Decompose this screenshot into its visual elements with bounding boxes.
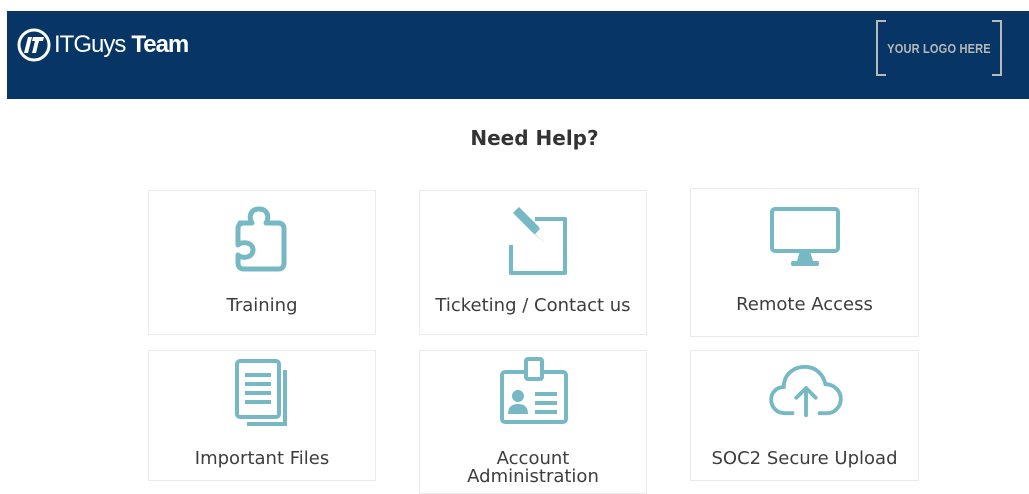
puzzle-piece-icon <box>235 206 287 272</box>
cloud-upload-icon <box>769 364 843 418</box>
tile-remote-access-label: Remote Access <box>736 294 873 315</box>
documents-icon <box>235 359 287 426</box>
tile-important-files[interactable]: Important Files <box>148 350 376 481</box>
tile-account-administration[interactable]: Account Administration <box>419 350 647 494</box>
id-badge-icon <box>500 357 568 424</box>
it-circle-logo-icon <box>17 28 51 62</box>
page-title: Need Help? <box>470 126 599 150</box>
brand[interactable]: ITGuys Team <box>17 27 189 63</box>
monitor-icon <box>770 207 840 266</box>
tile-account-administration-label: Account Administration <box>467 448 599 487</box>
tile-training[interactable]: Training <box>148 190 376 335</box>
brand-name: ITGuys Team <box>54 31 189 59</box>
tile-important-files-label: Important Files <box>194 448 330 469</box>
tile-ticketing[interactable]: Ticketing / Contact us <box>419 190 647 335</box>
tile-soc2-secure-upload[interactable]: SOC2 Secure Upload <box>690 350 919 481</box>
tile-training-label: Training <box>226 295 298 316</box>
logo-placeholder: YOUR LOGO HERE <box>876 20 1002 76</box>
edit-pencil-icon <box>509 207 567 275</box>
brand-name-first: ITGuys <box>54 31 126 58</box>
logo-placeholder-text: YOUR LOGO HERE <box>887 40 991 56</box>
tile-ticketing-label: Ticketing / Contact us <box>435 295 631 316</box>
header-bar: ITGuys Team YOUR LOGO HERE <box>7 11 1029 99</box>
tile-remote-access[interactable]: Remote Access <box>690 188 919 337</box>
tile-soc2-secure-upload-label: SOC2 Secure Upload <box>711 448 898 469</box>
brand-name-second: Team <box>131 31 189 58</box>
